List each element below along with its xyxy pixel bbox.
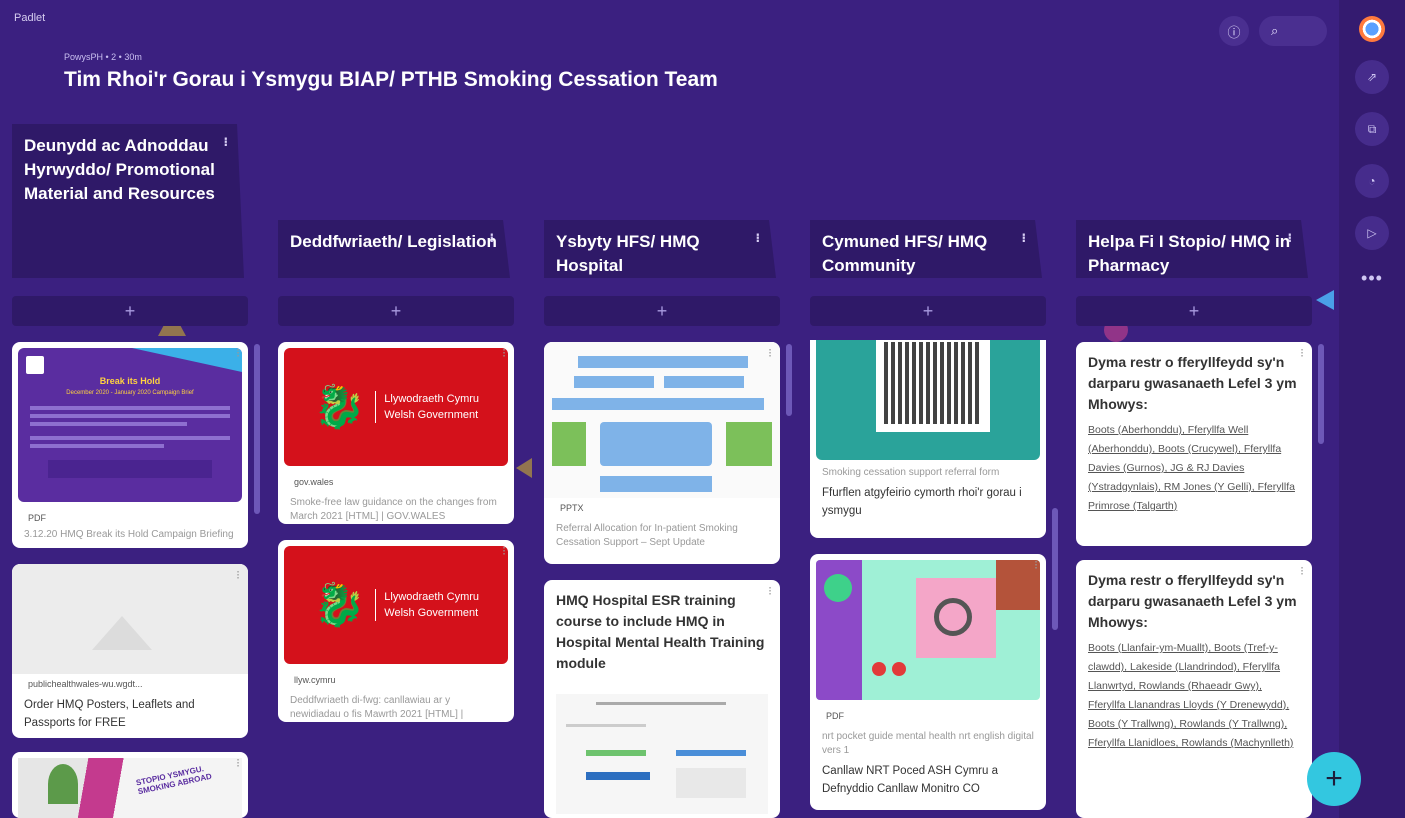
- attachment-badge: PPTX: [554, 501, 590, 515]
- add-post-button[interactable]: +: [810, 296, 1046, 326]
- column-menu-icon[interactable]: ⁝: [223, 130, 228, 154]
- card-caption: Deddfwriaeth di-fwg: canllawiau ar y new…: [290, 695, 464, 720]
- card-description: Order HMQ Posters, Leaflets and Passport…: [24, 699, 195, 729]
- card-title: Dyma restr o fferyllfeydd sy'n darparu g…: [1088, 354, 1297, 412]
- card-description: Ffurflen atgyfeirio cymorth rhoi'r gorau…: [822, 487, 1022, 517]
- post-card[interactable]: Smoking cessation support referral form …: [810, 340, 1046, 538]
- slideshow-icon[interactable]: ▷: [1355, 216, 1389, 250]
- column-header: Ysbyty HFS/ HMQ Hospital ⁝: [544, 220, 776, 278]
- poster-subtitle: December 2020 - January 2020 Campaign Br…: [66, 390, 194, 396]
- gov-line-welsh: Llywodraeth Cymru: [384, 393, 480, 405]
- link-source: publichealthwales-wu.wgdt...: [22, 677, 149, 691]
- decor-triangle: [1316, 290, 1334, 310]
- right-toolbar: ⇗ ⧉ ◔ ▷ •••: [1339, 0, 1405, 818]
- column-menu-icon[interactable]: ⁝: [489, 226, 494, 250]
- card-menu-icon[interactable]: ⁝: [1034, 558, 1038, 572]
- dragon-icon: 🐉: [312, 580, 366, 628]
- screenshot-preview: [556, 694, 768, 814]
- card-menu-icon[interactable]: ⁝: [236, 568, 240, 582]
- share-icon[interactable]: ⇗: [1355, 60, 1389, 94]
- card-description: Canllaw NRT Poced ASH Cymru a Defnyddio …: [822, 765, 998, 795]
- card-menu-icon[interactable]: ⁝: [502, 544, 506, 558]
- column-scrollbar[interactable]: [254, 344, 260, 514]
- add-post-button[interactable]: +: [12, 296, 248, 326]
- post-card[interactable]: ⁝ HMQ Hospital ESR training course to in…: [544, 580, 780, 818]
- add-post-fab[interactable]: +: [1307, 752, 1361, 806]
- poster-text: STOPIO YSMYGU. SMOKING ABROAD: [135, 764, 213, 797]
- add-post-button[interactable]: +: [278, 296, 514, 326]
- column-header: Cymuned HFS/ HMQ Community ⁝: [810, 220, 1042, 278]
- column-header: Deddfwriaeth/ Legislation ⁝: [278, 220, 510, 278]
- column-title: Deunydd ac Adnoddau Hyrwyddo/ Promotiona…: [24, 136, 215, 203]
- column-scrollbar[interactable]: [1318, 344, 1324, 444]
- column-community: Cymuned HFS/ HMQ Community ⁝ + Smoking c…: [810, 0, 1058, 818]
- post-card[interactable]: STOPIO YSMYGU. SMOKING ABROAD ⁝: [12, 752, 248, 818]
- gov-line-welsh: Llywodraeth Cymru: [384, 591, 480, 603]
- poster-image: Break its Hold December 2020 - January 2…: [18, 348, 242, 502]
- link-preview-image: [12, 564, 248, 674]
- pharmacy-links[interactable]: Boots (Aberhonddu), Fferyllfa Well (Aber…: [1076, 419, 1312, 526]
- post-card[interactable]: Break its Hold December 2020 - January 2…: [12, 342, 248, 548]
- poster-title: Break its Hold: [99, 376, 161, 386]
- card-menu-icon[interactable]: ⁝: [236, 346, 240, 360]
- card-caption: 3.12.20 HMQ Break its Hold Campaign Brie…: [24, 529, 234, 540]
- link-source: llyw.cymru: [288, 673, 342, 687]
- column-menu-icon[interactable]: ⁝: [755, 226, 760, 250]
- dragon-icon: 🐉: [312, 382, 366, 430]
- card-caption: Referral Allocation for In-patient Smoki…: [556, 523, 738, 548]
- column-title: Deddfwriaeth/ Legislation: [290, 232, 497, 251]
- post-card[interactable]: ⁝ PPTX Referral Allocation for In-patien…: [544, 342, 780, 564]
- card-caption: Smoke-free law guidance on the changes f…: [290, 497, 497, 522]
- column-hospital: Ysbyty HFS/ HMQ Hospital ⁝ + ⁝ PPTX Refe…: [544, 0, 792, 818]
- card-title: HMQ Hospital ESR training course to incl…: [556, 592, 765, 671]
- card-menu-icon[interactable]: ⁝: [1300, 346, 1304, 360]
- card-caption: nrt pocket guide mental health nrt engli…: [822, 731, 1034, 756]
- column-title: Ysbyty HFS/ HMQ Hospital: [556, 232, 700, 275]
- add-post-button[interactable]: +: [1076, 296, 1312, 326]
- card-title: Dyma restr o fferyllfeydd sy'n darparu g…: [1088, 572, 1297, 630]
- gov-line-english: Welsh Government: [384, 607, 479, 619]
- card-caption: Smoking cessation support referral form: [822, 467, 1000, 478]
- welsh-government-logo: 🐉 Llywodraeth Cymru Welsh Government: [284, 546, 508, 664]
- post-card[interactable]: ⁝ Dyma restr o fferyllfeydd sy'n darparu…: [1076, 560, 1312, 818]
- bell-icon[interactable]: ◔: [1355, 164, 1389, 198]
- remake-icon[interactable]: ⧉: [1355, 112, 1389, 146]
- column-header: Helpa Fi I Stopio/ HMQ in Pharmacy ⁝: [1076, 220, 1308, 278]
- column-menu-icon[interactable]: ⁝: [1021, 226, 1026, 250]
- padlet-board: Padlet ⓘ ⌕ PowysPH • 2 • 30m Tim Rhoi'r …: [0, 0, 1405, 818]
- column-title: Helpa Fi I Stopio/ HMQ in Pharmacy: [1088, 232, 1291, 275]
- attachment-badge: PDF: [820, 709, 850, 723]
- column-legislation: Deddfwriaeth/ Legislation ⁝ + 🐉 Llywodra…: [278, 0, 514, 818]
- card-menu-icon[interactable]: ⁝: [768, 584, 772, 598]
- post-card[interactable]: ⁝ PDF nrt pocket guide mental health nrt…: [810, 554, 1046, 810]
- poster-image: STOPIO YSMYGU. SMOKING ABROAD: [18, 758, 242, 818]
- qr-code-image: [816, 340, 1040, 460]
- attachment-badge: PDF: [22, 511, 52, 525]
- card-menu-icon[interactable]: ⁝: [502, 346, 506, 360]
- column-scrollbar[interactable]: [1052, 508, 1058, 630]
- column-title: Cymuned HFS/ HMQ Community: [822, 232, 988, 275]
- column-header: Deunydd ac Adnoddau Hyrwyddo/ Promotiona…: [12, 124, 244, 278]
- post-card[interactable]: ⁝ publichealthwales-wu.wgdt... Order HMQ…: [12, 564, 248, 738]
- post-card[interactable]: ⁝ Dyma restr o fferyllfeydd sy'n darparu…: [1076, 342, 1312, 546]
- card-menu-icon[interactable]: ⁝: [1300, 564, 1304, 578]
- welsh-government-logo: 🐉 Llywodraeth Cymru Welsh Government: [284, 348, 508, 466]
- avatar[interactable]: [1359, 16, 1385, 42]
- gov-line-english: Welsh Government: [384, 409, 479, 421]
- post-card[interactable]: 🐉 Llywodraeth Cymru Welsh Government ⁝ l…: [278, 540, 514, 722]
- nrt-guide-image: [816, 560, 1040, 700]
- add-post-button[interactable]: +: [544, 296, 780, 326]
- card-menu-icon[interactable]: ⁝: [236, 756, 240, 770]
- column-pharmacy: Helpa Fi I Stopio/ HMQ in Pharmacy ⁝ + ⁝…: [1076, 0, 1324, 818]
- column-scrollbar[interactable]: [786, 344, 792, 416]
- flowchart-preview: [544, 342, 780, 498]
- decor-triangle: [516, 458, 532, 478]
- link-source: gov.wales: [288, 475, 340, 489]
- column-promotional-material: Deunydd ac Adnoddau Hyrwyddo/ Promotiona…: [12, 0, 260, 818]
- pharmacy-links[interactable]: Boots (Llanfair-ym-Muallt), Boots (Tref-…: [1076, 637, 1312, 763]
- more-icon[interactable]: •••: [1361, 268, 1383, 289]
- column-menu-icon[interactable]: ⁝: [1287, 226, 1292, 250]
- card-menu-icon[interactable]: ⁝: [768, 346, 772, 360]
- post-card[interactable]: 🐉 Llywodraeth Cymru Welsh Government ⁝ g…: [278, 342, 514, 524]
